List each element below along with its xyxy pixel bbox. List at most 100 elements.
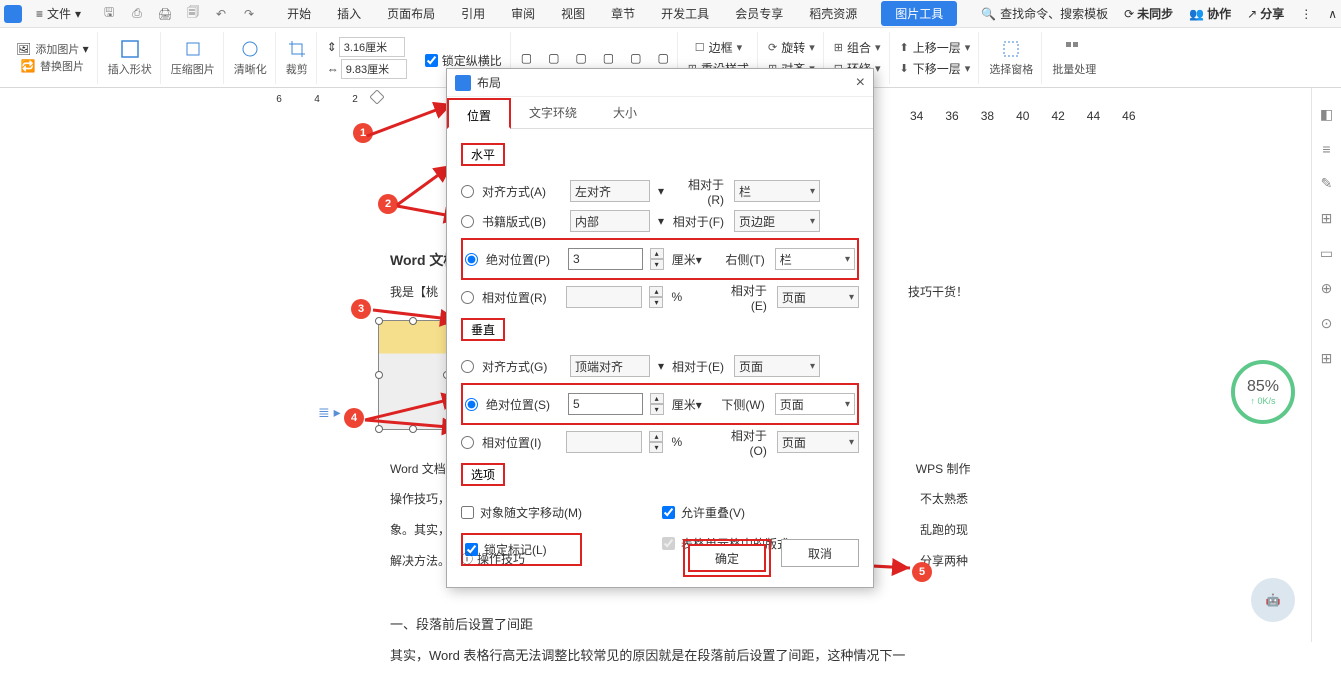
h-abs-input[interactable]: 3 xyxy=(568,248,643,270)
collab-button[interactable]: 👥 协作 xyxy=(1189,5,1231,22)
undo-icon[interactable]: ↶ xyxy=(213,6,229,22)
more-menu-icon[interactable]: ⋮ xyxy=(1300,7,1312,21)
tab-chapter[interactable]: 章节 xyxy=(609,1,637,26)
dialog-tab-position[interactable]: 位置 xyxy=(447,98,511,129)
tab-review[interactable]: 审阅 xyxy=(509,1,537,26)
recolor-icon[interactable]: ▢ xyxy=(657,51,668,65)
rotate-button[interactable]: ⟳ 旋转 ▾ xyxy=(768,39,815,56)
border-button[interactable]: ☐ 边框 ▾ xyxy=(695,39,742,56)
color-icon[interactable]: ▢ xyxy=(575,51,586,65)
tab-references[interactable]: 引用 xyxy=(459,1,487,26)
v-align-combo[interactable]: 顶端对齐 xyxy=(570,355,650,377)
effect-icon[interactable]: ▢ xyxy=(548,51,559,65)
save-as-icon[interactable]: ⎙ xyxy=(129,6,145,22)
add-image-button[interactable]: 🖼 添加图片 ▾ xyxy=(16,41,89,58)
h-rel-spinner[interactable]: ▴▾ xyxy=(649,286,663,308)
file-menu[interactable]: ≡ 文件 ▾ xyxy=(30,3,87,24)
redo-icon[interactable]: ↷ xyxy=(241,6,257,22)
indent-marker-icon[interactable] xyxy=(370,90,384,104)
h-book-radio[interactable] xyxy=(461,215,474,228)
spinner-up-icon[interactable]: ▴ xyxy=(649,286,663,297)
v-align-ref-combo[interactable]: 页面▾ xyxy=(734,355,820,377)
ok-button[interactable]: 确定 xyxy=(688,544,766,572)
panel-icon[interactable]: ⊞ xyxy=(1321,350,1333,367)
h-rel-input[interactable] xyxy=(566,286,642,308)
v-rel-ref-combo[interactable]: 页面▾ xyxy=(777,431,859,453)
panel-icon[interactable]: ⊙ xyxy=(1321,315,1333,332)
v-rel-radio[interactable] xyxy=(461,436,474,449)
resize-handle[interactable] xyxy=(375,317,383,325)
resize-handle[interactable] xyxy=(375,371,383,379)
spinner-up-icon[interactable]: ▴ xyxy=(650,393,664,404)
paragraph-gutter-icon[interactable]: ≣ ▸ xyxy=(318,404,341,421)
spinner-down-icon[interactable]: ▾ xyxy=(650,404,664,415)
selected-image[interactable] xyxy=(378,320,448,430)
panel-icon[interactable]: ⊞ xyxy=(1321,210,1333,227)
tips-link[interactable]: ⓘ操作技巧 xyxy=(461,550,525,567)
h-rel-radio[interactable] xyxy=(461,291,474,304)
compress-button[interactable]: 压缩图片 xyxy=(163,32,224,84)
speed-widget[interactable]: 85% ↑ 0K/s xyxy=(1231,360,1295,424)
h-abs-ref-combo[interactable]: 栏▾ xyxy=(775,248,855,270)
allow-overlap-check[interactable]: 允许重叠(V) xyxy=(662,504,806,521)
dialog-tab-size[interactable]: 大小 xyxy=(595,97,655,128)
expand-icon[interactable]: ∧ xyxy=(1328,7,1337,21)
panel-icon[interactable]: ⊕ xyxy=(1321,280,1333,297)
v-abs-input[interactable]: 5 xyxy=(568,393,643,415)
spinner-down-icon[interactable]: ▾ xyxy=(649,297,663,308)
command-search[interactable]: 🔍 查找命令、搜索模板 xyxy=(981,5,1108,22)
batch-button[interactable]: 批量处理 xyxy=(1044,32,1104,84)
brightness-icon[interactable]: ▢ xyxy=(603,51,614,65)
print-icon[interactable]: 🖨 xyxy=(157,6,173,22)
v-align-radio[interactable] xyxy=(461,360,474,373)
h-align-radio[interactable] xyxy=(461,185,474,198)
tab-resources[interactable]: 稻壳资源 xyxy=(807,1,859,26)
panel-icon[interactable]: ≡ xyxy=(1322,141,1330,157)
tab-member[interactable]: 会员专享 xyxy=(733,1,785,26)
lock-ratio-checkbox[interactable]: 锁定纵横比 xyxy=(425,52,502,69)
h-abs-spinner[interactable]: ▴▾ xyxy=(650,248,664,270)
move-with-text-check[interactable]: 对象随文字移动(M) xyxy=(461,504,582,521)
sync-status[interactable]: ⟳ 未同步 xyxy=(1124,5,1173,22)
height-input[interactable] xyxy=(339,37,405,57)
select-pane-button[interactable]: 选择窗格 xyxy=(981,32,1042,84)
tab-page-layout[interactable]: 页面布局 xyxy=(385,1,437,26)
width-input[interactable] xyxy=(341,59,407,79)
contrast-icon[interactable]: ▢ xyxy=(630,51,641,65)
h-book-combo[interactable]: 内部 xyxy=(570,210,650,232)
insert-shape-button[interactable]: 插入形状 xyxy=(100,32,161,84)
spinner-up-icon[interactable]: ▴ xyxy=(649,431,663,442)
h-rel-ref-combo[interactable]: 页面▾ xyxy=(777,286,859,308)
tab-developer[interactable]: 开发工具 xyxy=(659,1,711,26)
tab-picture-tools[interactable]: 图片工具 xyxy=(881,1,957,26)
panel-icon[interactable]: ◧ xyxy=(1320,106,1333,123)
chevron-down-icon[interactable]: ▾ xyxy=(658,214,664,228)
resize-handle[interactable] xyxy=(409,425,417,433)
v-abs-radio[interactable] xyxy=(465,398,478,411)
replace-image-button[interactable]: 🔁 替换图片 xyxy=(21,58,84,75)
tab-view[interactable]: 视图 xyxy=(559,1,587,26)
spinner-up-icon[interactable]: ▴ xyxy=(650,248,664,259)
tab-insert[interactable]: 插入 xyxy=(335,1,363,26)
resize-handle[interactable] xyxy=(409,317,417,325)
spinner-down-icon[interactable]: ▾ xyxy=(650,259,664,270)
share-button[interactable]: ↗ 分享 xyxy=(1247,5,1284,22)
v-rel-input[interactable] xyxy=(566,431,642,453)
chevron-down-icon[interactable]: ▾ xyxy=(658,184,664,198)
h-abs-radio[interactable] xyxy=(465,253,478,266)
h-align-ref-combo[interactable]: 栏▾ xyxy=(734,180,820,202)
h-unit[interactable]: 厘米▾ xyxy=(672,251,709,268)
save-icon[interactable]: 🖫 xyxy=(101,6,117,22)
h-align-combo[interactable]: 左对齐 xyxy=(570,180,650,202)
chevron-down-icon[interactable]: ▾ xyxy=(658,359,664,373)
down-layer-button[interactable]: ⬇ 下移一层 ▾ xyxy=(900,60,971,77)
assistant-icon[interactable]: 🤖 xyxy=(1251,578,1295,622)
v-rel-spinner[interactable]: ▴▾ xyxy=(649,431,663,453)
preview-icon[interactable]: 🗐 xyxy=(185,6,201,22)
shadow-icon[interactable]: ▢ xyxy=(521,51,532,65)
panel-icon[interactable]: ✎ xyxy=(1321,175,1333,192)
combine-button[interactable]: ⊞ 组合 ▾ xyxy=(834,39,881,56)
dialog-titlebar[interactable]: 布局 × xyxy=(447,69,873,97)
close-icon[interactable]: × xyxy=(856,74,865,92)
tab-home[interactable]: 开始 xyxy=(285,1,313,26)
